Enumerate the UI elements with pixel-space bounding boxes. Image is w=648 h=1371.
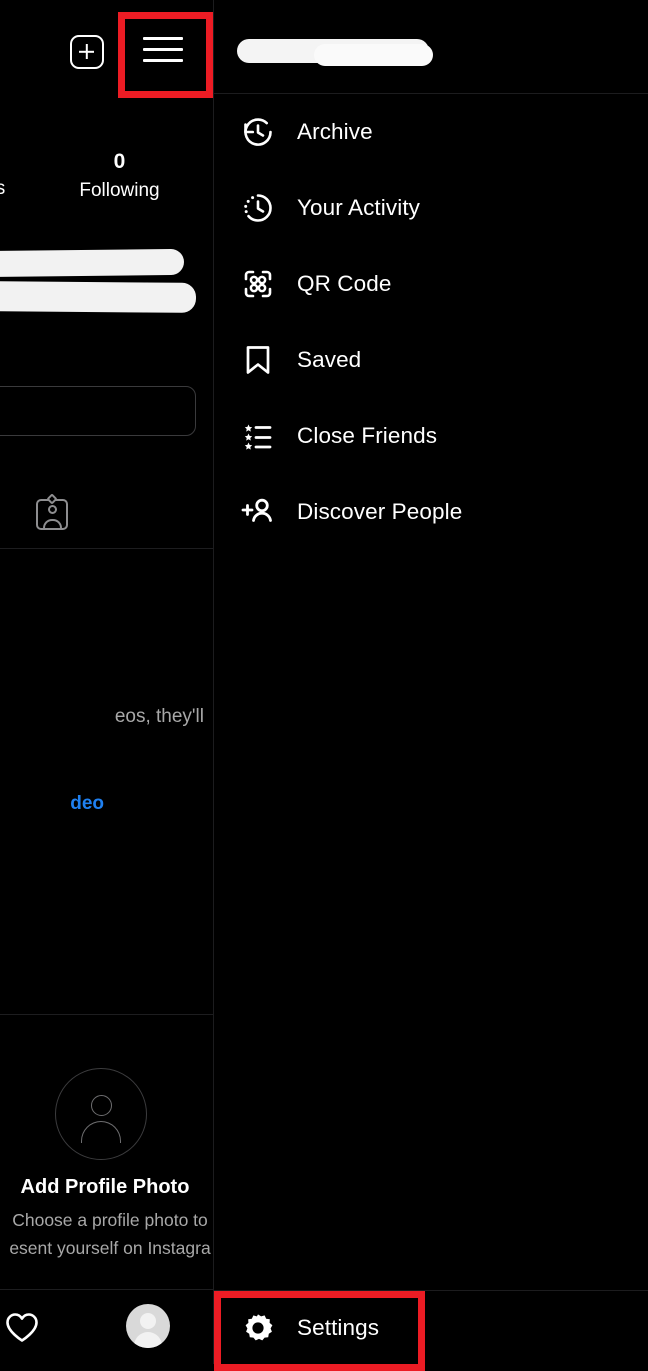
profile-page: ers 0 Following eos, they'll deo Add Pro… xyxy=(0,0,213,1364)
edit-profile-button[interactable] xyxy=(0,386,196,436)
upload-video-link[interactable]: deo xyxy=(0,793,104,815)
person-plus-icon xyxy=(237,491,279,533)
tagged-photos-icon[interactable] xyxy=(36,493,68,530)
settings-label: Settings xyxy=(297,1314,380,1340)
redaction-mark-name-2 xyxy=(0,281,197,313)
following-stat[interactable]: 0 Following xyxy=(62,148,177,206)
followers-stat[interactable]: ers xyxy=(0,178,22,200)
archive-clock-icon xyxy=(237,111,279,153)
activity-clock-icon xyxy=(237,187,279,229)
add-profile-photo-subtitle: Choose a profile photo to esent yourself… xyxy=(0,1206,213,1262)
settings-row[interactable]: Settings xyxy=(214,1290,648,1364)
redaction-mark-name-1 xyxy=(0,248,185,278)
profile-placeholder-avatar[interactable] xyxy=(55,1068,147,1160)
section-divider xyxy=(0,1014,213,1015)
gear-icon xyxy=(237,1307,279,1349)
following-count: 0 xyxy=(113,150,126,173)
menu-item-label: Your Activity xyxy=(297,195,421,220)
heart-icon[interactable] xyxy=(5,1312,39,1343)
profile-avatar-icon[interactable] xyxy=(126,1304,170,1348)
menu-item-discover-people[interactable]: Discover People xyxy=(214,474,648,550)
empty-state-text: eos, they'll xyxy=(114,706,204,727)
star-list-icon xyxy=(237,415,279,457)
drawer-header xyxy=(214,0,648,94)
profile-stats: ers 0 Following xyxy=(0,148,213,220)
subtitle-line-1: Choose a profile photo to xyxy=(12,1210,208,1230)
following-label: Following xyxy=(79,180,160,201)
bookmark-icon xyxy=(237,339,279,381)
drawer-menu-list: Archive Your Activity QR Code Saved Clos… xyxy=(214,94,648,550)
hamburger-menu-icon[interactable] xyxy=(143,35,183,65)
menu-item-your-activity[interactable]: Your Activity xyxy=(214,170,648,246)
redaction-mark-username-2 xyxy=(314,44,433,66)
add-profile-photo-title: Add Profile Photo xyxy=(20,1176,190,1198)
profile-top-bar xyxy=(0,0,213,96)
app-screen: ers 0 Following eos, they'll deo Add Pro… xyxy=(0,0,648,1371)
menu-item-close-friends[interactable]: Close Friends xyxy=(214,398,648,474)
menu-item-saved[interactable]: Saved xyxy=(214,322,648,398)
menu-item-label: Discover People xyxy=(297,499,463,524)
menu-item-label: Saved xyxy=(297,347,362,372)
plus-square-icon[interactable] xyxy=(70,35,104,69)
side-drawer-menu: Archive Your Activity QR Code Saved Clos… xyxy=(213,0,648,1364)
subtitle-line-2: esent yourself on Instagra xyxy=(9,1238,211,1258)
menu-item-label: Archive xyxy=(297,119,373,144)
menu-item-label: Close Friends xyxy=(297,423,438,448)
bottom-navigation-bar xyxy=(0,1290,213,1364)
menu-item-qr-code[interactable]: QR Code xyxy=(214,246,648,322)
qr-code-icon xyxy=(237,263,279,305)
menu-item-archive[interactable]: Archive xyxy=(214,94,648,170)
tabs-divider xyxy=(0,548,213,549)
menu-item-label: QR Code xyxy=(297,271,392,296)
